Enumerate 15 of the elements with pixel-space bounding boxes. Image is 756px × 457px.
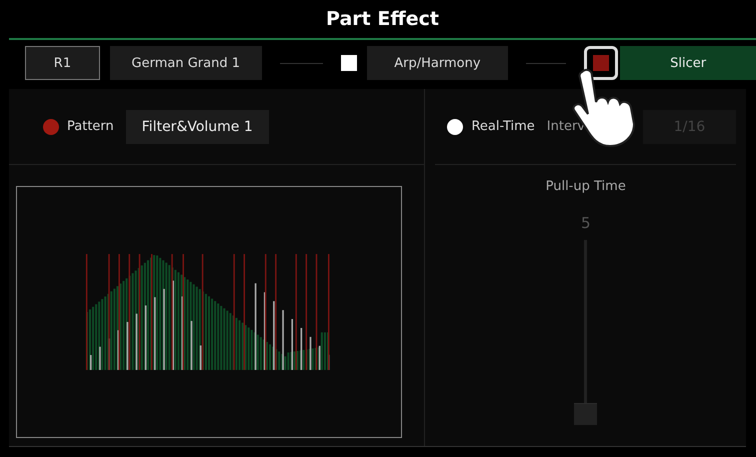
mode-label: Pattern bbox=[67, 119, 114, 134]
voice-button[interactable]: German Grand 1 bbox=[110, 46, 262, 80]
radio-button[interactable] bbox=[43, 118, 59, 134]
part-button[interactable]: R1 bbox=[25, 46, 100, 80]
pull-up-label: Pull-up Time bbox=[546, 179, 626, 194]
slider-reading: 5 bbox=[580, 214, 590, 232]
value-field[interactable]: Filter&Volume 1 bbox=[126, 110, 269, 144]
slider-thumb[interactable] bbox=[574, 403, 598, 425]
interval-label: Interv bbox=[546, 119, 585, 134]
mode-label: Real-Time bbox=[471, 119, 535, 134]
window-title: Part Effect bbox=[326, 8, 439, 30]
slicer-checkbox[interactable] bbox=[593, 55, 610, 71]
slicer-button[interactable]: Slicer bbox=[620, 46, 756, 80]
arp-button[interactable]: Arp/Harmony bbox=[366, 46, 508, 80]
arp-checkbox[interactable] bbox=[340, 55, 357, 71]
